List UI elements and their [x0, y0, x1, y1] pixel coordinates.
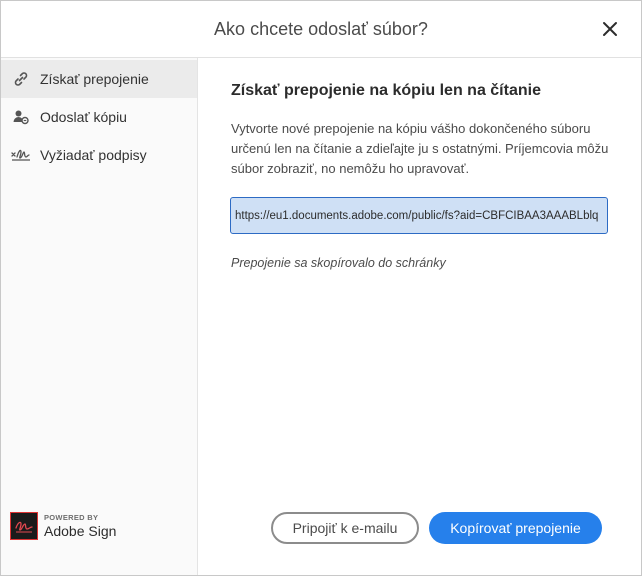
- sidebar-item-label: Vyžiadať podpisy: [40, 147, 147, 163]
- link-icon: [11, 69, 31, 89]
- main-panel: Získať prepojenie na kópiu len na čítani…: [199, 58, 641, 575]
- send-file-dialog: Ako chcete odoslať súbor? Získať prepoje…: [0, 0, 642, 576]
- sidebar-item-label: Odoslať kópiu: [40, 109, 127, 125]
- sidebar: Získať prepojenie Odoslať kópiu Vyžiadať…: [1, 58, 198, 575]
- dialog-header: Ako chcete odoslať súbor?: [1, 1, 641, 58]
- send-copy-icon: [11, 107, 31, 127]
- signature-icon: [11, 145, 31, 165]
- sidebar-item-get-link[interactable]: Získať prepojenie: [1, 60, 197, 98]
- copied-confirmation: Prepojenie sa skopírovalo do schránky: [231, 256, 446, 270]
- adobe-sign-brand: POWERED BY Adobe Sign: [10, 512, 116, 540]
- dialog-title: Ako chcete odoslať súbor?: [214, 19, 428, 39]
- close-icon[interactable]: [601, 20, 619, 38]
- panel-description: Vytvorte nové prepojenie na kópiu vášho …: [231, 121, 609, 176]
- attach-to-email-button[interactable]: Pripojiť k e-mailu: [271, 512, 419, 544]
- brand-name: Adobe Sign: [44, 523, 117, 539]
- copy-link-button[interactable]: Kopírovať prepojenie: [429, 512, 602, 544]
- share-link-field[interactable]: [230, 197, 608, 234]
- adobe-sign-logo-icon: [10, 512, 38, 540]
- powered-by-label: POWERED BY: [44, 513, 99, 522]
- sidebar-item-send-copy[interactable]: Odoslať kópiu: [1, 98, 197, 136]
- panel-title: Získať prepojenie na kópiu len na čítani…: [231, 82, 541, 99]
- sidebar-item-label: Získať prepojenie: [40, 71, 149, 87]
- sidebar-item-request-signatures[interactable]: Vyžiadať podpisy: [1, 136, 197, 174]
